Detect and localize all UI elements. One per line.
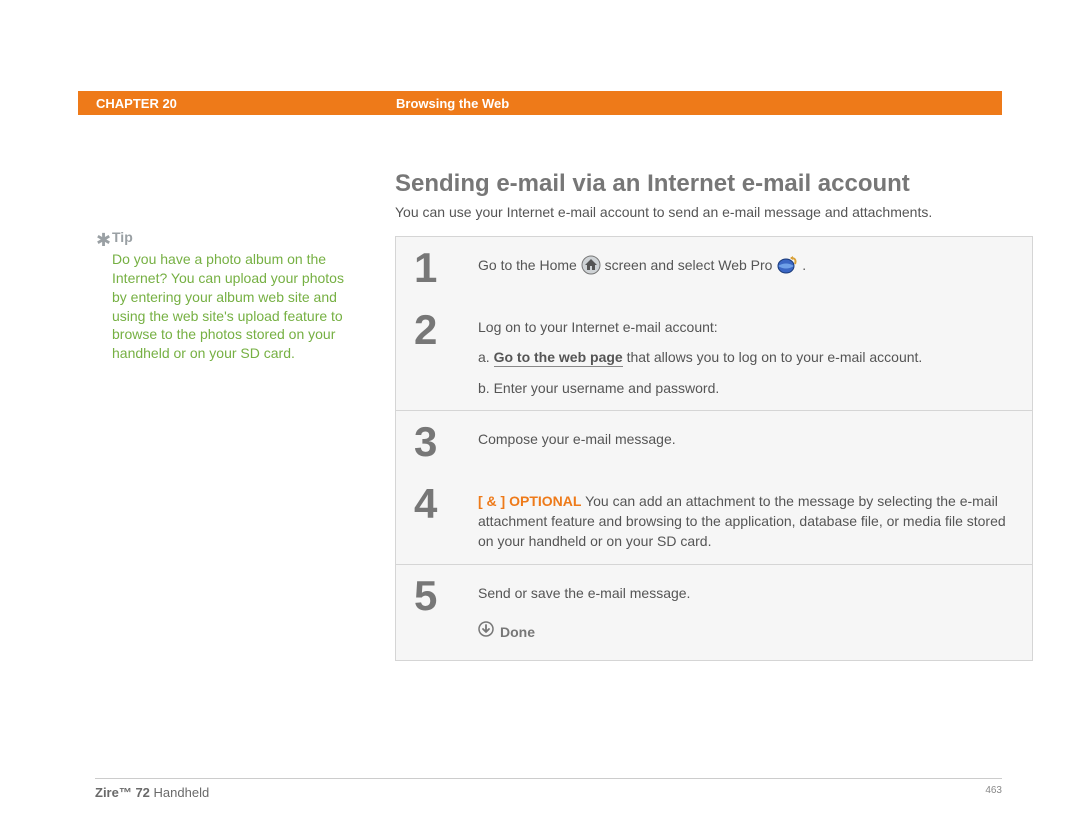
step1-post: .	[802, 257, 806, 273]
step-body: Log on to your Internet e-mail account: …	[478, 309, 1014, 400]
page-subtitle: You can use your Internet e-mail account…	[395, 204, 1033, 220]
optional-label: [ & ] OPTIONAL	[478, 493, 581, 509]
step2-b: b. Enter your username and password.	[478, 378, 1014, 398]
step2-a-prefix: a.	[478, 349, 494, 365]
step-5: 5 Send or save the e-mail message. Done	[396, 565, 1032, 661]
step-2: 2 Log on to your Internet e-mail account…	[396, 299, 1032, 410]
product-rest: Handheld	[150, 785, 209, 800]
product-name: Zire™ 72 Handheld	[95, 785, 209, 800]
step-body: Compose your e-mail message.	[478, 421, 1014, 463]
down-arrow-icon	[478, 621, 494, 642]
globe-icon	[776, 255, 798, 275]
page-title: Sending e-mail via an Internet e-mail ac…	[395, 170, 1033, 198]
step-number: 5	[414, 575, 478, 643]
step1-pre: Go to the Home	[478, 257, 581, 273]
step-number: 1	[414, 247, 478, 289]
step-1: 1 Go to the Home screen and select Web P…	[396, 237, 1032, 299]
step-number: 2	[414, 309, 478, 400]
tip-label: Tip	[112, 228, 347, 247]
step-body: Send or save the e-mail message. Done	[478, 575, 1014, 643]
step5-text: Send or save the e-mail message.	[478, 583, 1014, 603]
step3-text: Compose your e-mail message.	[478, 429, 1014, 449]
chapter-header: CHAPTER 20 Browsing the Web	[78, 91, 1002, 115]
main-content: Sending e-mail via an Internet e-mail ac…	[395, 170, 1033, 661]
done-row: Done	[478, 621, 1014, 642]
done-label: Done	[500, 622, 535, 642]
step-body: Go to the Home screen and select Web Pro…	[478, 247, 1014, 289]
product-bold: Zire™ 72	[95, 785, 150, 800]
chapter-label: CHAPTER 20	[96, 96, 396, 111]
step-number: 4	[414, 483, 478, 554]
page-number: 463	[985, 785, 1002, 800]
step-body: [ & ] OPTIONAL You can add an attachment…	[478, 483, 1014, 554]
step2-intro: Log on to your Internet e-mail account:	[478, 317, 1014, 337]
home-icon	[581, 255, 601, 275]
steps-container: 1 Go to the Home screen and select Web P…	[395, 236, 1033, 661]
tip-text: Do you have a photo album on the Interne…	[112, 250, 347, 363]
tip-sidebar: ✱ Tip Do you have a photo album on the I…	[112, 228, 347, 363]
step-3: 3 Compose your e-mail message.	[396, 411, 1032, 473]
step2-a-rest: that allows you to log on to your e-mail…	[623, 349, 923, 365]
step-4: 4 [ & ] OPTIONAL You can add an attachme…	[396, 473, 1032, 564]
web-page-link[interactable]: Go to the web page	[494, 349, 623, 367]
page-footer: Zire™ 72 Handheld 463	[95, 778, 1002, 800]
step1-mid: screen and select Web Pro	[605, 257, 777, 273]
chapter-title: Browsing the Web	[396, 96, 509, 111]
step-number: 3	[414, 421, 478, 463]
asterisk-icon: ✱	[96, 228, 111, 252]
